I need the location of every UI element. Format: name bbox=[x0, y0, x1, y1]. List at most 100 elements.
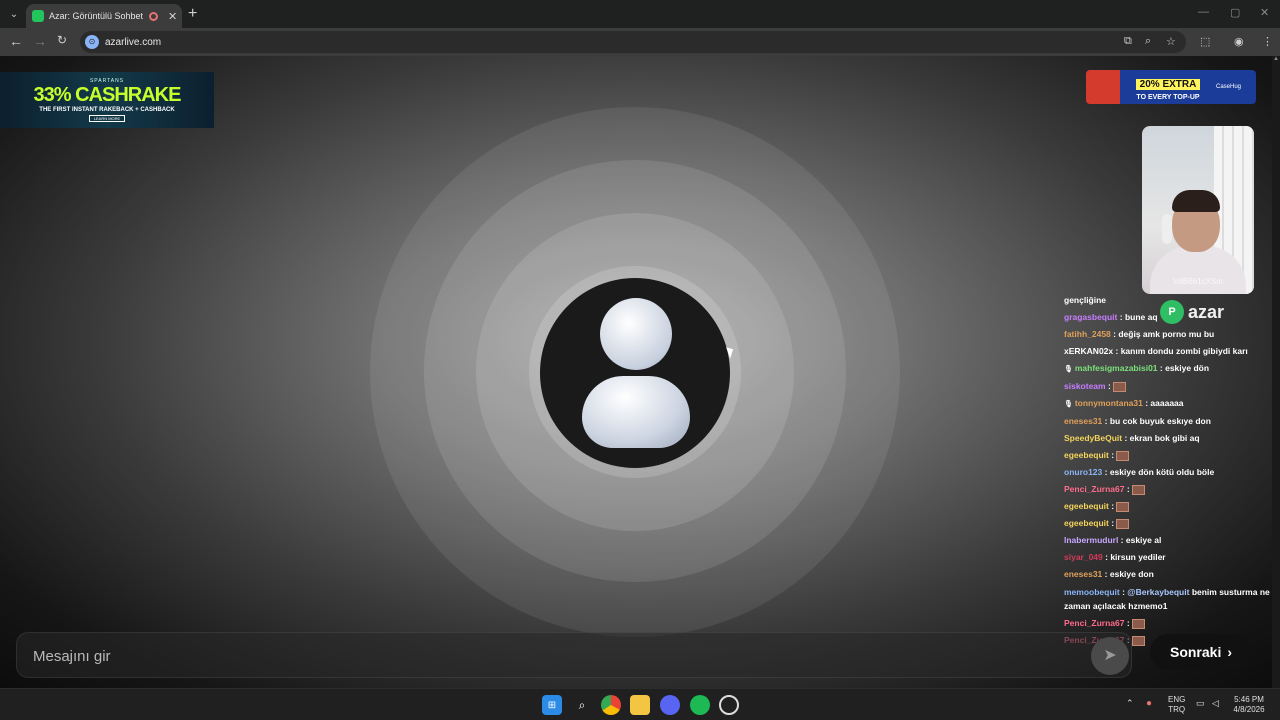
input-language[interactable]: ENG TRQ bbox=[1168, 695, 1185, 715]
chat-username[interactable]: siskoteam bbox=[1064, 381, 1106, 391]
windows-start-icon[interactable]: ⊞ bbox=[542, 695, 562, 715]
chat-username[interactable]: eneses31 bbox=[1064, 416, 1102, 426]
chat-message: eneses31 : eskiye don bbox=[1064, 566, 1280, 583]
back-icon[interactable]: ← bbox=[9, 33, 23, 49]
avatar-body-shape bbox=[582, 376, 690, 448]
forward-icon[interactable]: → bbox=[33, 33, 47, 49]
ad-right-text: 20% EXTRA TO EVERY TOP-UP bbox=[1120, 74, 1216, 101]
clock-time: 5:46 PM bbox=[1234, 695, 1264, 704]
message-input[interactable] bbox=[33, 633, 933, 679]
chat-emote-icon bbox=[1116, 501, 1130, 512]
maximize-icon[interactable]: ▢ bbox=[1230, 6, 1240, 19]
chat-username[interactable]: lnabermudurl bbox=[1064, 535, 1118, 545]
search-icon[interactable]: ⌕ bbox=[572, 695, 592, 715]
chat-username[interactable]: egeebequit bbox=[1064, 501, 1109, 511]
browser-menu-icon[interactable]: ⋮ bbox=[1262, 35, 1273, 48]
ad-right-headline: 20% EXTRA bbox=[1135, 78, 1201, 90]
ad-right-logo: CaseHug bbox=[1216, 84, 1242, 90]
chat-message: Penci_Zurna67 : bbox=[1064, 481, 1280, 498]
ad-headline: 33% CASHRAKE bbox=[33, 84, 182, 106]
chat-username[interactable]: gragasbequit bbox=[1064, 312, 1117, 322]
chat-text: değiş amk porno mu bu bbox=[1118, 329, 1215, 339]
chat-message: siskoteam : bbox=[1064, 378, 1280, 395]
profile-avatar[interactable]: ◉ bbox=[1234, 35, 1244, 48]
chat-username[interactable]: egeebequit bbox=[1064, 518, 1109, 528]
person-hair bbox=[1172, 190, 1220, 212]
chat-message: memoobequit : @Berkaybequit benim sustur… bbox=[1064, 583, 1280, 615]
chat-text: eskiye dön kötü oldu böle bbox=[1109, 467, 1215, 477]
tray-chevron-icon[interactable]: ⌃ bbox=[1126, 698, 1134, 709]
send-icon[interactable]: ➤ bbox=[1091, 637, 1129, 675]
windows-taskbar: ⊞ ⌕ ⌃ ● ENG TRQ ▭ ◁ 5:46 PM 4/8/2026 bbox=[0, 688, 1280, 720]
app-icon[interactable] bbox=[719, 695, 739, 715]
chat-username[interactable]: siyar_049 bbox=[1064, 552, 1103, 562]
extensions-icon[interactable]: ⬚ bbox=[1200, 35, 1210, 48]
chat-username[interactable]: mahfesigmazabisi01 bbox=[1075, 363, 1158, 373]
cast-icon[interactable]: ⧉ bbox=[1124, 35, 1132, 48]
ad-banner-right[interactable]: 20% EXTRA TO EVERY TOP-UP CaseHug bbox=[1086, 70, 1256, 104]
message-composer: ➤ bbox=[16, 632, 1132, 679]
page-viewport: SPARTANS 33% CASHRAKE THE FIRST INSTANT … bbox=[0, 56, 1280, 688]
browser-tab-bar: ⌄ Azar: Görüntülü Sohbet & V ✕ + — ▢ ✕ bbox=[0, 0, 1280, 28]
site-info-icon[interactable]: ⊙ bbox=[85, 35, 99, 49]
file-explorer-icon[interactable] bbox=[630, 695, 650, 715]
chat-separator: : bbox=[1102, 416, 1110, 426]
spotify-icon[interactable] bbox=[690, 695, 710, 715]
scroll-up-icon[interactable]: ▲ bbox=[1272, 56, 1280, 62]
chat-separator: : bbox=[1108, 518, 1117, 528]
next-button[interactable]: Sonraki › bbox=[1150, 634, 1252, 670]
chat-separator: : bbox=[1102, 467, 1110, 477]
discord-icon[interactable] bbox=[660, 695, 680, 715]
network-icon[interactable]: ▭ bbox=[1196, 698, 1205, 709]
chat-username[interactable]: Penci_Zurna67 bbox=[1064, 618, 1124, 628]
volume-icon[interactable]: ◁ bbox=[1212, 698, 1219, 709]
reload-icon[interactable]: ↻ bbox=[57, 33, 67, 47]
chat-username[interactable]: fatihh_2458 bbox=[1064, 329, 1111, 339]
bookmark-star-icon[interactable]: ☆ bbox=[1166, 35, 1176, 48]
chat-username[interactable]: xERKAN02x bbox=[1064, 346, 1113, 356]
chat-emote-icon bbox=[1132, 618, 1146, 629]
ad-right-subline: TO EVERY TOP-UP bbox=[1136, 93, 1200, 101]
chat-username[interactable]: egeebequit bbox=[1064, 450, 1109, 460]
page-scrollbar[interactable]: ▲ bbox=[1272, 56, 1280, 688]
address-bar[interactable]: ⊙ azarlive.com bbox=[80, 31, 1186, 53]
chat-message: fatihh_2458 : değiş amk porno mu bu bbox=[1064, 326, 1280, 343]
browser-toolbar: ← → ↻ ⊙ azarlive.com ⧉ ⌕ ☆ ⬚ ◉ ⋮ bbox=[0, 28, 1280, 56]
browser-tab[interactable]: Azar: Görüntülü Sohbet & V ✕ bbox=[26, 4, 182, 28]
chat-separator: : bbox=[1124, 484, 1133, 494]
chat-message: egeebequit : bbox=[1064, 447, 1280, 464]
chat-separator: : bbox=[1118, 535, 1126, 545]
avatar-head-shape bbox=[600, 298, 672, 370]
clock[interactable]: 5:46 PM 4/8/2026 bbox=[1228, 695, 1270, 715]
chat-username[interactable]: tonnymontana31 bbox=[1075, 398, 1143, 408]
next-button-label: Sonraki bbox=[1169, 644, 1222, 660]
new-tab-button[interactable]: + bbox=[188, 5, 197, 23]
close-window-icon[interactable]: ✕ bbox=[1260, 6, 1269, 19]
chat-username[interactable]: SpeedyBeQuit bbox=[1064, 433, 1122, 443]
chat-separator: : bbox=[1102, 569, 1110, 579]
close-tab-icon[interactable]: ✕ bbox=[168, 10, 177, 23]
chat-message: 🎙 mahfesigmazabisi01 : eskiye dön bbox=[1064, 360, 1280, 378]
chat-mention[interactable]: @Berkaybequit bbox=[1127, 587, 1189, 597]
microphone-icon[interactable]: ● bbox=[1146, 698, 1152, 709]
zoom-icon[interactable]: ⌕ bbox=[1145, 35, 1151, 48]
chat-username[interactable]: Penci_Zurna67 bbox=[1064, 484, 1124, 494]
chat-username[interactable]: onuro123 bbox=[1064, 467, 1102, 477]
chat-emote-icon bbox=[1116, 450, 1130, 461]
chat-message: Penci_Zurna67 : bbox=[1064, 615, 1280, 632]
ad-banner-left[interactable]: SPARTANS 33% CASHRAKE THE FIRST INSTANT … bbox=[0, 72, 214, 128]
ad-subline: THE FIRST INSTANT RAKEBACK + CASHBACK bbox=[39, 107, 175, 113]
chat-text: kirsun yediler bbox=[1110, 552, 1166, 562]
chat-message: siyar_049 : kirsun yediler bbox=[1064, 549, 1280, 566]
chrome-icon[interactable] bbox=[601, 695, 621, 715]
ad-cta-button[interactable]: LEARN MORE bbox=[88, 115, 126, 122]
minimize-icon[interactable]: — bbox=[1198, 6, 1209, 18]
tab-search-button[interactable]: ⌄ bbox=[0, 0, 28, 28]
chat-username[interactable]: eneses31 bbox=[1064, 569, 1102, 579]
chat-emote-icon bbox=[1132, 635, 1146, 646]
chat-username[interactable]: memoobequit bbox=[1064, 587, 1120, 597]
chat-message: eneses31 : bu cok buyuk eskıye don bbox=[1064, 413, 1280, 430]
mic-badge-icon: 🎙 bbox=[1064, 366, 1075, 373]
recording-icon bbox=[149, 11, 158, 21]
lang-top: ENG bbox=[1168, 695, 1186, 704]
